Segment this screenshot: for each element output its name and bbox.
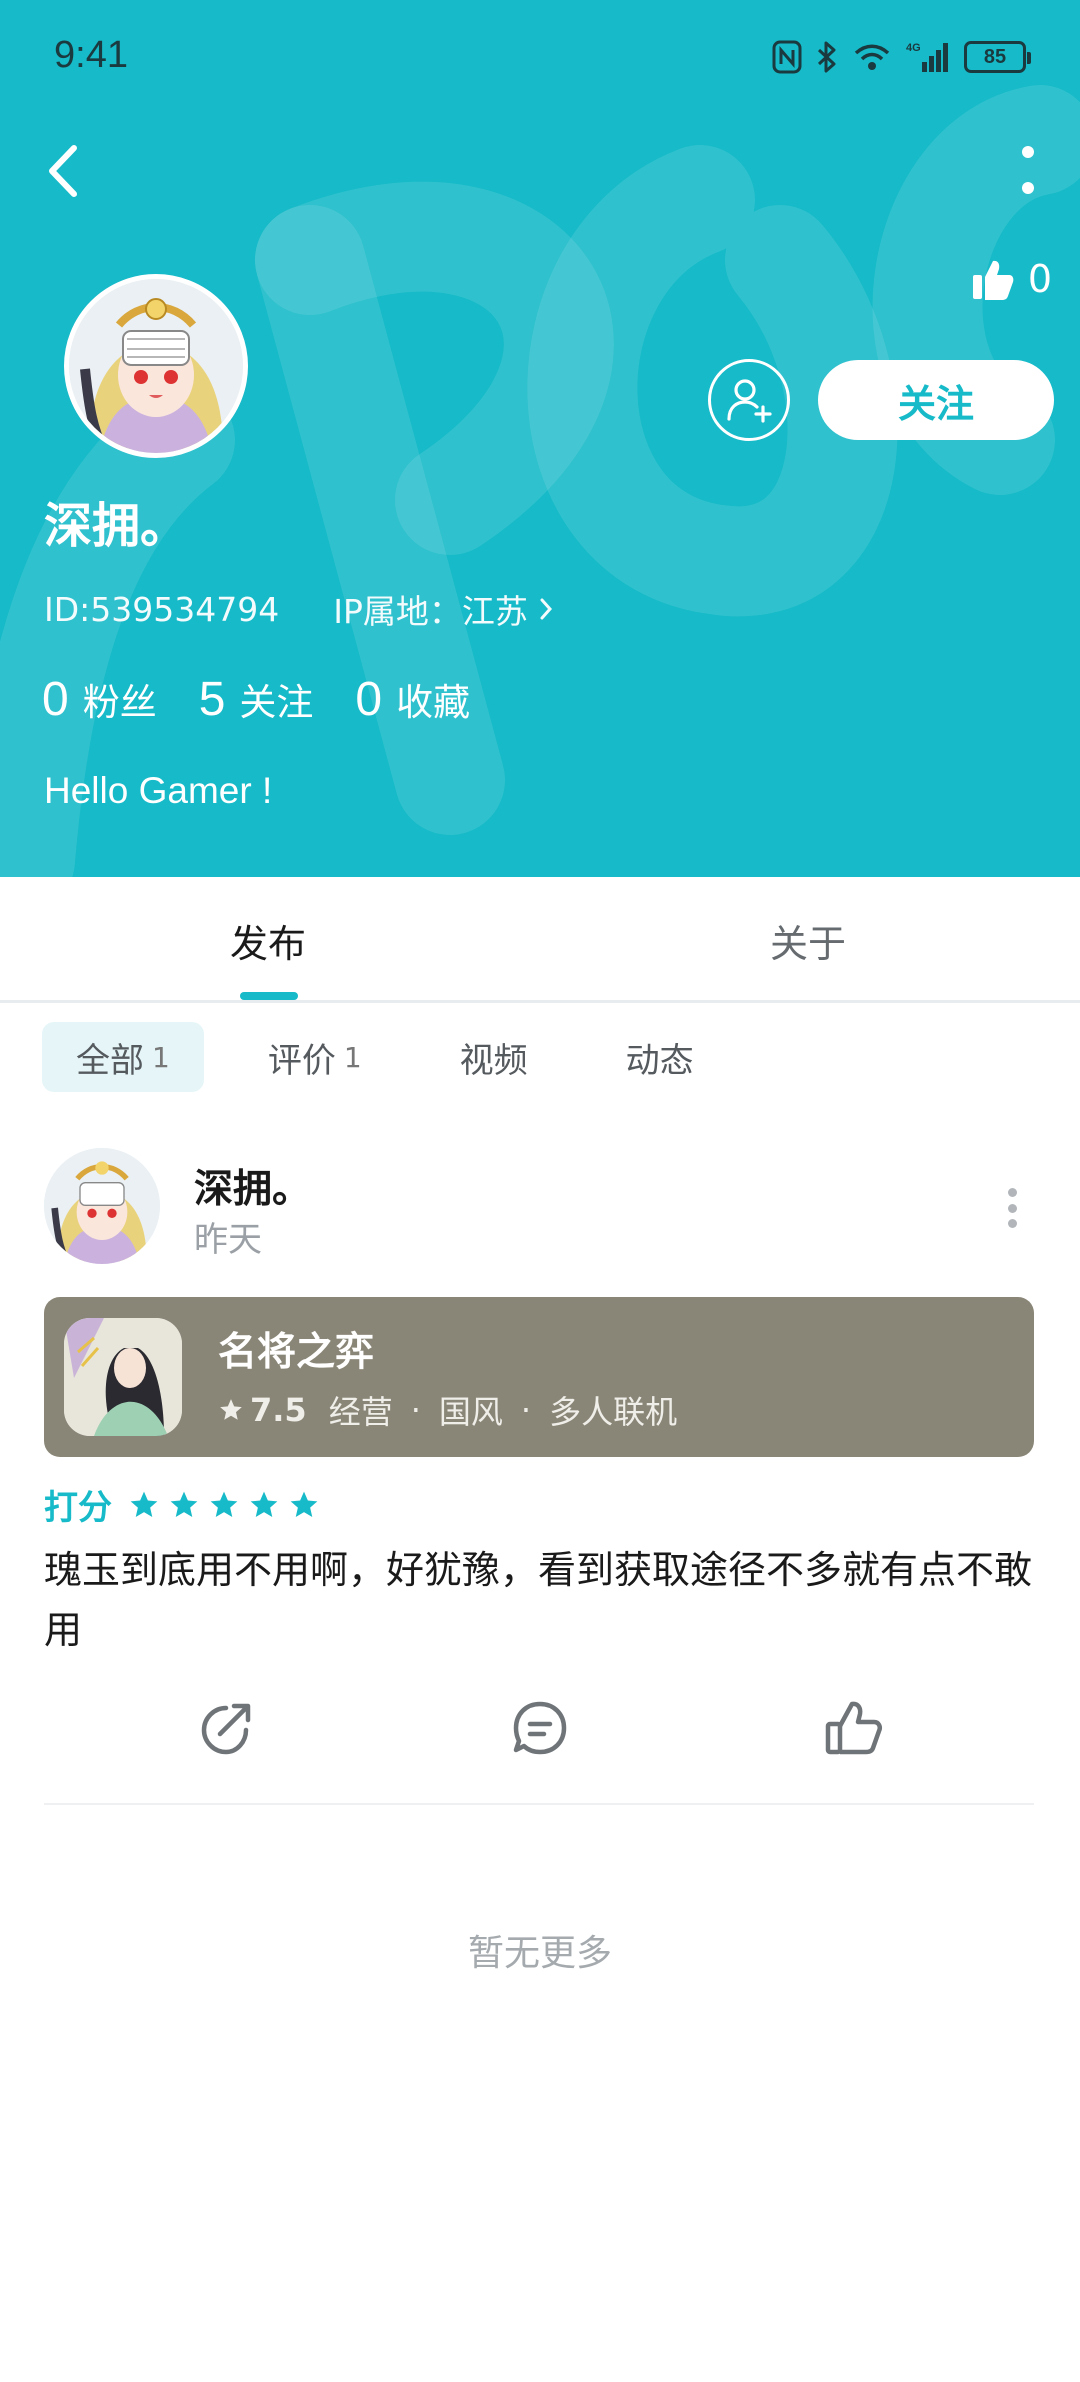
chevron-right-icon xyxy=(540,598,552,620)
stat-label: 收藏 xyxy=(396,681,471,724)
bluetooth-icon xyxy=(817,41,836,73)
like-button[interactable] xyxy=(822,1696,886,1760)
star-icon xyxy=(170,1491,198,1517)
game-info: 名将之弈 7.5 经营 · 国风 · 多人联机 xyxy=(218,1321,677,1433)
dot xyxy=(1022,146,1034,158)
stat-label: 关注 xyxy=(239,681,314,724)
ip-location-text: IP属地：江苏 xyxy=(333,592,528,631)
filter-videos[interactable]: 视频 xyxy=(426,1022,562,1092)
post-author-avatar[interactable] xyxy=(44,1148,160,1264)
profile-id-row: ID:539534794 IP属地：江苏 xyxy=(44,585,554,633)
signal-icon: 4G xyxy=(906,42,948,72)
separator-dot: · xyxy=(410,1391,421,1429)
filter-reviews[interactable]: 评价 1 xyxy=(234,1022,396,1092)
dot xyxy=(1007,1203,1017,1213)
game-icon xyxy=(64,1318,182,1436)
profile-nickname: 深拥。 xyxy=(44,498,189,554)
thumbs-up-icon xyxy=(825,1701,883,1755)
status-icons: 4G 85 xyxy=(772,36,1031,78)
stat-favorites[interactable]: 0 收藏 xyxy=(355,672,470,727)
game-tag: 多人联机 xyxy=(549,1393,678,1431)
filter-moments[interactable]: 动态 xyxy=(592,1022,728,1092)
chevron-left-icon xyxy=(49,145,77,197)
game-tag: 国风 xyxy=(438,1393,503,1431)
likes-counter[interactable]: 0 xyxy=(970,252,1052,306)
star-icon xyxy=(250,1491,278,1517)
filter-label: 动态 xyxy=(625,1040,694,1081)
filter-label: 全部 xyxy=(76,1040,144,1081)
filter-count: 1 xyxy=(343,1040,362,1074)
comment-icon xyxy=(513,1701,567,1755)
post-timestamp: 昨天 xyxy=(194,1220,262,1260)
profile-bio: Hello Gamer ! xyxy=(44,770,273,811)
add-friend-button[interactable] xyxy=(708,359,790,441)
post-divider xyxy=(44,1803,1034,1805)
profile-avatar[interactable] xyxy=(64,274,248,458)
stat-fans[interactable]: 0 粉丝 xyxy=(42,672,157,727)
game-meta: 7.5 经营 · 国风 · 多人联机 xyxy=(218,1387,677,1433)
back-button[interactable] xyxy=(40,138,88,204)
separator-dot: · xyxy=(520,1391,532,1429)
no-more-text: 暂无更多 xyxy=(467,1933,612,1974)
wifi-icon xyxy=(854,44,890,70)
filter-label: 评价 xyxy=(267,1040,336,1081)
star-icon xyxy=(220,1399,242,1420)
star-icon xyxy=(130,1491,158,1517)
battery-level: 85 xyxy=(983,45,1007,68)
tab-publish[interactable]: 发布 xyxy=(230,913,306,968)
profile-stats: 0 粉丝 5 关注 0 收藏 xyxy=(42,672,512,727)
stat-label: 粉丝 xyxy=(82,681,157,724)
share-icon xyxy=(201,1703,251,1755)
rating-label: 打分 xyxy=(44,1488,112,1528)
add-user-icon xyxy=(727,379,772,423)
nfc-icon xyxy=(772,40,802,74)
active-tab-indicator xyxy=(240,992,298,1000)
game-score: 7.5 xyxy=(250,1391,307,1429)
dot xyxy=(1007,1219,1017,1228)
stat-following[interactable]: 5 关注 xyxy=(199,672,314,727)
post-author-name[interactable]: 深拥。 xyxy=(194,1158,311,1214)
status-time: 9:41 xyxy=(54,34,128,76)
stat-number: 0 xyxy=(42,673,69,726)
game-art xyxy=(64,1318,182,1436)
follow-button[interactable]: 关注 xyxy=(818,360,1054,440)
ip-location[interactable]: IP属地：江苏 xyxy=(333,585,554,633)
avatar-illustration xyxy=(44,1148,160,1264)
rating-stars xyxy=(128,1489,320,1521)
game-tag: 经营 xyxy=(328,1393,393,1431)
review-rating: 打分 xyxy=(44,1480,320,1529)
filter-all[interactable]: 全部 1 xyxy=(42,1022,204,1092)
avatar-illustration xyxy=(69,279,243,453)
dot xyxy=(1007,1188,1017,1197)
review-text: 瑰玉到底用不用啊，好犹豫，看到获取途径不多就有点不敢用 xyxy=(44,1548,1033,1652)
user-id: ID:539534794 xyxy=(44,589,280,629)
svg-text:4G: 4G xyxy=(906,42,921,54)
profile-tabs: 发布 关于 xyxy=(0,877,1080,1003)
share-button[interactable] xyxy=(194,1696,258,1760)
stat-number: 0 xyxy=(355,673,383,726)
content-filters: 全部 1 评价 1 视频 动态 xyxy=(42,1022,758,1092)
dot xyxy=(1022,182,1034,194)
profile-header: 9:41 4G 85 0 关注 深拥。 ID:539534794 IP属地：江苏… xyxy=(0,0,1080,877)
thumbs-up-icon xyxy=(972,260,1014,300)
likes-count: 0 xyxy=(1027,257,1052,301)
comment-button[interactable] xyxy=(508,1696,572,1760)
status-bar: 9:41 4G 85 xyxy=(0,0,1080,110)
stat-number: 5 xyxy=(198,673,226,726)
post-actions xyxy=(0,1696,1080,1760)
game-card[interactable]: 名将之弈 7.5 经营 · 国风 · 多人联机 xyxy=(44,1297,1034,1457)
filter-count: 1 xyxy=(152,1040,170,1074)
tab-about[interactable]: 关于 xyxy=(770,913,846,968)
game-title: 名将之弈 xyxy=(218,1330,375,1375)
star-icon xyxy=(290,1491,318,1517)
star-icon xyxy=(210,1491,238,1517)
more-options-button[interactable] xyxy=(1014,140,1042,200)
post-more-button[interactable] xyxy=(1004,1188,1020,1228)
battery-indicator: 85 xyxy=(964,41,1031,73)
filter-label: 视频 xyxy=(459,1040,528,1081)
